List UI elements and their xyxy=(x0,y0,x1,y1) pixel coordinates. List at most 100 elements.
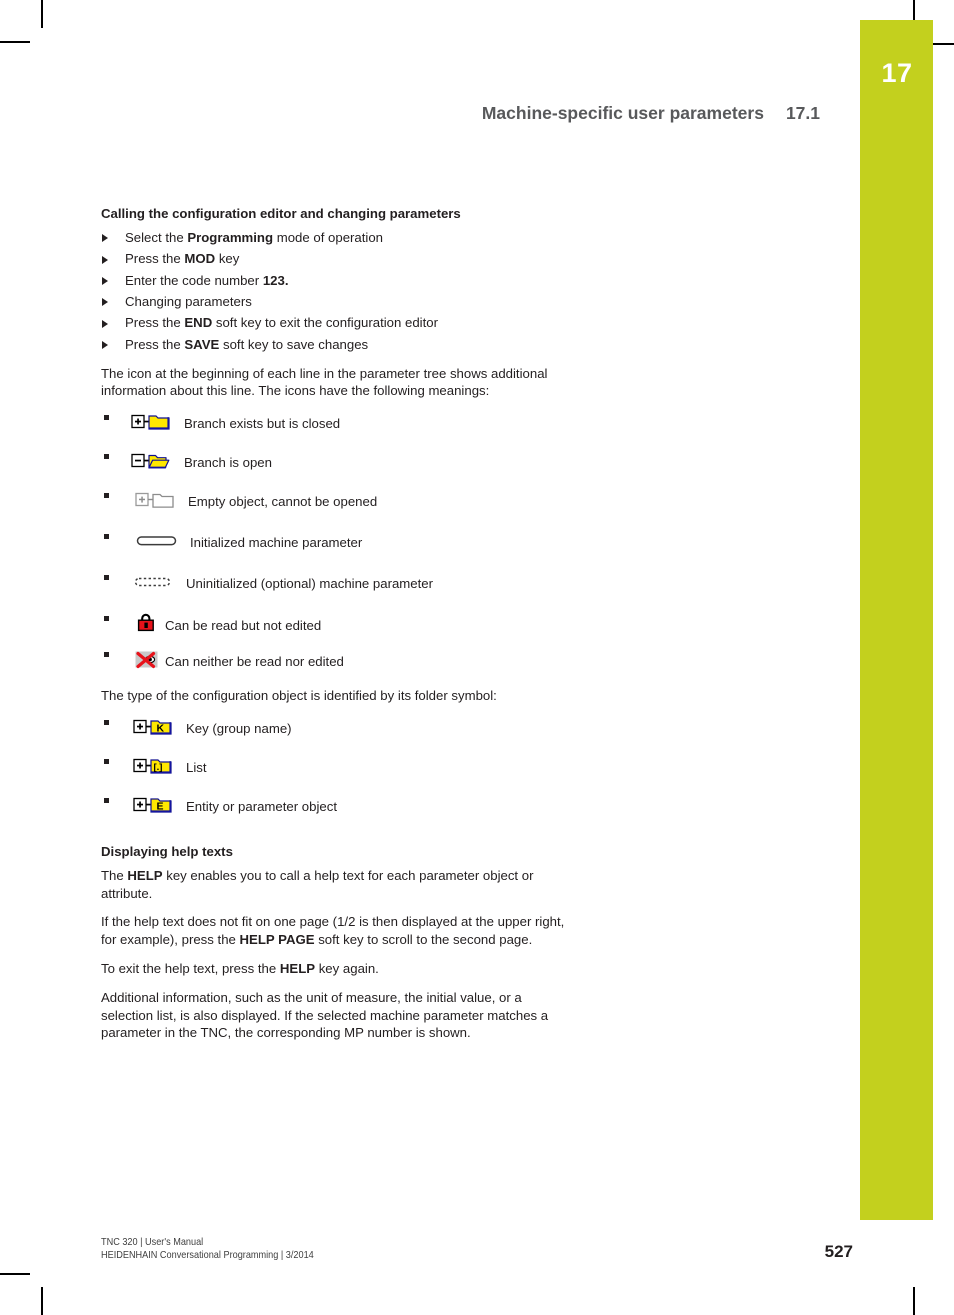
triangle-bullet-icon xyxy=(102,341,108,350)
step-strong: 123. xyxy=(262,272,289,288)
square-bullet-icon xyxy=(104,758,109,764)
list-item: Enter the code number 123. xyxy=(101,272,571,290)
page-footer: TNC 320 | User's Manual HEIDENHAIN Conve… xyxy=(101,1236,853,1263)
icon-label: Branch exists but is closed xyxy=(184,416,341,432)
icon-label: Can be read but not edited xyxy=(165,617,322,633)
text-strong: HELP PAGE xyxy=(239,932,315,948)
icon-label: List xyxy=(186,759,207,775)
page-number: 527 xyxy=(824,1241,853,1261)
paragraph-folder-intro: The type of the configuration object is … xyxy=(101,688,497,704)
folder-glyph: K xyxy=(157,722,165,734)
list-item: Press the MOD key xyxy=(101,250,571,268)
text-suffix: key again. xyxy=(315,960,379,976)
list-item: Empty object, cannot be opened xyxy=(101,489,571,519)
paragraph-help-1: The HELP key enables you to call a help … xyxy=(101,867,571,903)
text-strong: HELP xyxy=(279,960,316,976)
crop-mark-bottom-right-vertical xyxy=(913,1287,915,1315)
square-bullet-icon xyxy=(104,575,109,581)
paragraph-help-4: Additional information, such as the unit… xyxy=(101,989,549,1041)
padlock-red-icon xyxy=(135,612,161,639)
folder-empty-plus-icon xyxy=(135,489,181,515)
parameter-initialized-icon xyxy=(135,530,183,556)
folder-legend-list: K Key (group name) [.] List E Entity or … xyxy=(101,716,571,824)
footer-imprint: TNC 320 | User's Manual HEIDENHAIN Conve… xyxy=(101,1236,314,1263)
square-bullet-icon xyxy=(104,454,109,460)
paragraph-icon-intro: The icon at the beginning of each line i… xyxy=(101,365,548,399)
triangle-bullet-icon xyxy=(102,255,108,264)
chapter-tab xyxy=(860,20,933,1220)
crop-mark-bottom-left-horizontal xyxy=(0,1273,30,1275)
step-prefix: Press the xyxy=(125,251,185,267)
step-prefix: Select the xyxy=(125,229,188,245)
list-item: E Entity or parameter object xyxy=(101,794,571,824)
square-bullet-icon xyxy=(104,797,109,803)
icon-label: Empty object, cannot be opened xyxy=(188,494,378,510)
step-prefix: Enter the code number xyxy=(125,272,263,288)
crop-mark-top-left-horizontal xyxy=(0,41,30,43)
icon-label: Key (group name) xyxy=(186,720,292,736)
triangle-bullet-icon xyxy=(102,319,108,328)
parameter-uninitialized-icon xyxy=(133,571,179,597)
text-prefix: To exit the help text, press the xyxy=(101,960,280,976)
square-bullet-icon xyxy=(104,415,109,421)
folder-open-minus-icon xyxy=(131,450,177,476)
triangle-bullet-icon xyxy=(102,298,108,307)
list-item: Uninitialized (optional) machine paramet… xyxy=(101,571,571,601)
folder-entity-icon: E xyxy=(133,794,179,820)
page-content: Calling the configuration editor and cha… xyxy=(101,205,571,1053)
folder-list-icon: [.] xyxy=(133,755,179,781)
running-head-section: 17.1 xyxy=(785,103,820,123)
chapter-tab-number: 17 xyxy=(881,58,913,88)
footer-line-2: HEIDENHAIN Conversational Programming | … xyxy=(101,1250,314,1262)
icon-label: Entity or parameter object xyxy=(186,798,337,814)
square-bullet-icon xyxy=(104,719,109,725)
header-rule xyxy=(933,43,954,45)
step-suffix: mode of operation xyxy=(273,229,384,245)
section-heading-calling-editor: Calling the configuration editor and cha… xyxy=(101,206,461,221)
icon-label: Branch is open xyxy=(184,455,272,471)
crop-mark-top-left-vertical xyxy=(41,0,43,28)
list-item: Press the END soft key to exit the confi… xyxy=(101,314,571,332)
list-item: [.] List xyxy=(101,755,571,785)
step-prefix: Press the xyxy=(125,336,185,352)
icon-label: Initialized machine parameter xyxy=(190,535,363,551)
step-strong: MOD xyxy=(184,251,216,267)
icon-label: Uninitialized (optional) machine paramet… xyxy=(186,576,434,592)
step-strong: Programming xyxy=(187,229,274,245)
step-prefix: Changing parameters xyxy=(125,293,252,309)
step-strong: END xyxy=(184,315,213,331)
step-prefix: Press the xyxy=(125,315,185,331)
folder-glyph: [.] xyxy=(154,762,163,773)
footer-line-1: TNC 320 | User's Manual xyxy=(101,1237,204,1248)
procedure-step-list: Select the Programming mode of operation… xyxy=(101,229,571,354)
list-item: Branch is open xyxy=(101,450,571,480)
step-strong: SAVE xyxy=(184,336,220,352)
square-bullet-icon xyxy=(104,534,109,540)
step-suffix: soft key to exit the configuration edito… xyxy=(212,315,438,331)
list-item: Initialized machine parameter xyxy=(101,530,571,560)
list-item: K Key (group name) xyxy=(101,716,571,746)
list-item: Can be read but not edited xyxy=(101,612,571,642)
list-item: Branch exists but is closed xyxy=(101,411,571,441)
text-suffix: soft key to scroll to the second page. xyxy=(314,932,533,948)
folder-closed-plus-icon xyxy=(131,411,177,437)
paragraph-help-3: To exit the help text, press the HELP ke… xyxy=(101,960,571,978)
icon-label: Can neither be read nor edited xyxy=(165,653,344,669)
crop-mark-bottom-left-vertical xyxy=(41,1287,43,1315)
text-suffix: key enables you to call a help text for … xyxy=(101,867,534,901)
triangle-bullet-icon xyxy=(102,277,108,286)
no-access-red-x-icon xyxy=(133,648,161,675)
list-item: Can neither be read nor edited xyxy=(101,648,571,678)
folder-key-icon: K xyxy=(133,716,179,742)
square-bullet-icon xyxy=(104,493,109,499)
folder-glyph: E xyxy=(157,800,164,812)
triangle-bullet-icon xyxy=(102,234,108,243)
running-head-title: Machine-specific user parameters xyxy=(481,103,764,123)
square-bullet-icon xyxy=(104,616,109,622)
list-item: Changing parameters xyxy=(101,293,571,311)
section-heading-help-texts: Displaying help texts xyxy=(101,843,233,859)
list-item: Select the Programming mode of operation xyxy=(101,229,571,247)
icon-legend-list: Branch exists but is closed Branch is op… xyxy=(101,411,571,678)
paragraph-help-2: If the help text does not fit on one pag… xyxy=(101,913,571,949)
text-prefix: The xyxy=(101,867,128,883)
